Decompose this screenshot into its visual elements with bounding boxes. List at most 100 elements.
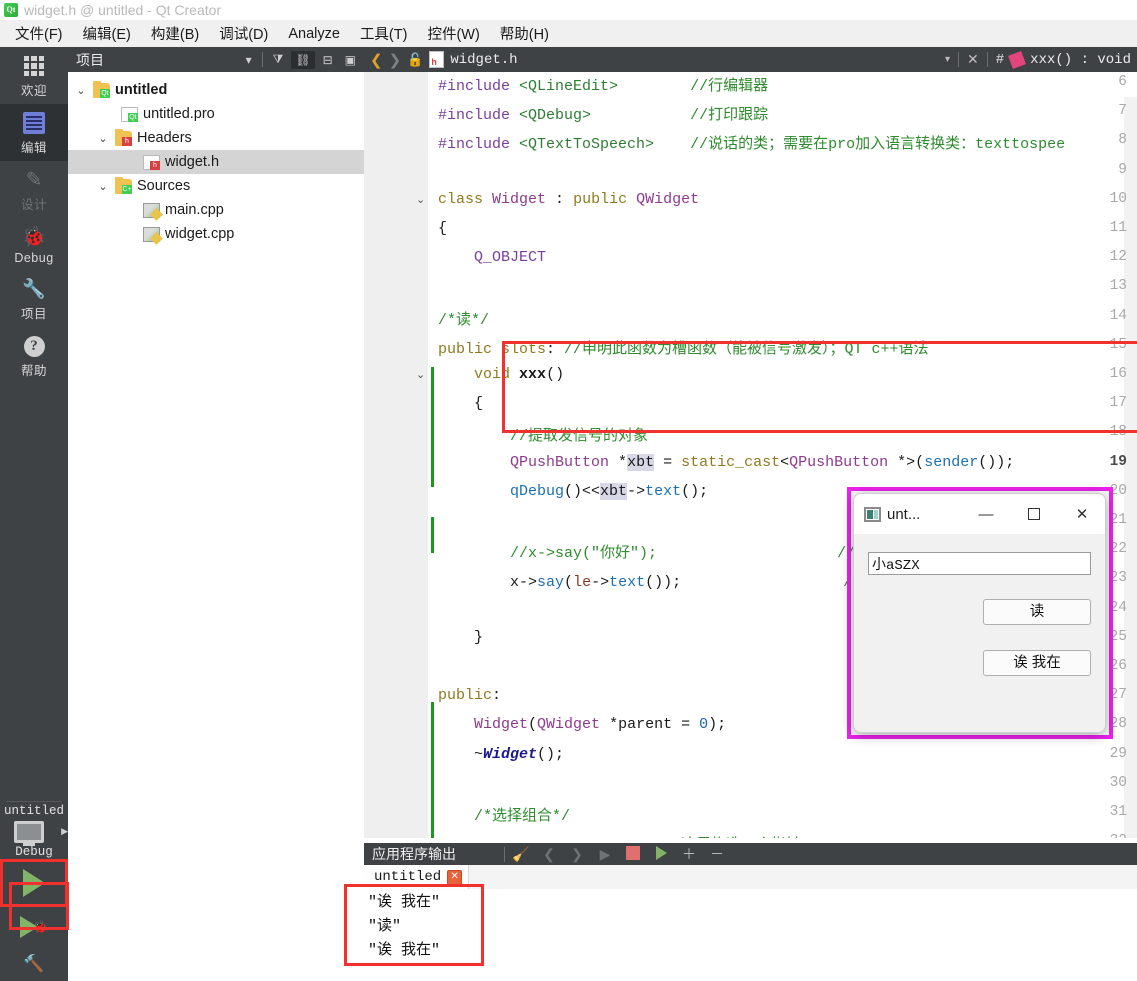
tree-item-widget-cpp[interactable]: ⌄ widget.cpp bbox=[68, 222, 364, 246]
chevron-down-icon[interactable]: ⌄ bbox=[74, 84, 88, 97]
run-icon[interactable]: ▶ bbox=[591, 846, 619, 863]
tree-item-untitled-pro[interactable]: ⌄ Qt untitled.pro bbox=[68, 102, 364, 126]
kit-project-name: untitled bbox=[3, 804, 64, 818]
menu-help[interactable]: 帮助(H) bbox=[491, 20, 558, 47]
close-icon[interactable]: ✕ bbox=[447, 869, 463, 885]
sidebar-icon[interactable]: ▣ bbox=[341, 51, 360, 69]
debug-run-button[interactable]: 🐞 bbox=[0, 907, 68, 947]
editor-scrollbar[interactable] bbox=[1124, 97, 1137, 853]
fold-toggle-icon[interactable]: ⌄ bbox=[416, 193, 425, 207]
mode-debug[interactable]: 🐞 Debug bbox=[0, 218, 68, 270]
menu-tools[interactable]: 工具(T) bbox=[351, 20, 417, 47]
output-pane-title: 应用程序输出 bbox=[372, 846, 456, 862]
link-icon[interactable]: ⛓ bbox=[291, 50, 315, 69]
chevron-left-icon[interactable]: ❮ bbox=[370, 51, 383, 69]
mode-projects[interactable]: 🔧 项目 bbox=[0, 270, 68, 327]
chevron-right-icon[interactable]: ❯ bbox=[389, 51, 402, 69]
plus-icon[interactable]: ＋ bbox=[675, 844, 703, 864]
maximize-icon[interactable] bbox=[1013, 495, 1055, 533]
toolbar-divider bbox=[986, 52, 988, 67]
tree-item-sources[interactable]: ⌄ C+ Sources bbox=[68, 174, 364, 198]
run-button[interactable] bbox=[0, 859, 68, 907]
monitor-icon bbox=[14, 821, 45, 843]
menu-edit[interactable]: 编辑(E) bbox=[74, 20, 140, 47]
file-h-icon: h bbox=[143, 154, 160, 170]
chevron-down-icon[interactable]: ⌄ bbox=[96, 132, 110, 145]
chevron-down-icon[interactable]: ▾ bbox=[945, 54, 950, 65]
debug-icon[interactable] bbox=[647, 845, 675, 863]
kit-selector[interactable]: untitled ▶ Debug bbox=[0, 804, 68, 859]
split-icon[interactable]: ⊟ bbox=[319, 51, 337, 69]
tree-item-widget-h[interactable]: ⌄ h widget.h bbox=[68, 150, 364, 174]
code-area[interactable]: 6 #include <QLineEdit> //行编辑器 7 #include <Q… bbox=[364, 72, 1137, 853]
output-line: "读" bbox=[368, 918, 402, 935]
code-line: QPushButton *xbt = static_cast<QPushButt… bbox=[510, 453, 1015, 471]
minus-icon[interactable]: － bbox=[703, 844, 731, 864]
code-line: { bbox=[438, 395, 484, 413]
app-window-body: 读 诶 我在 bbox=[854, 534, 1105, 688]
mode-edit[interactable]: 编辑 bbox=[0, 104, 68, 161]
mode-welcome[interactable]: 欢迎 bbox=[0, 47, 68, 104]
mode-welcome-label: 欢迎 bbox=[20, 84, 47, 98]
question-icon: ? bbox=[23, 333, 45, 359]
project-pane-title: 项目 bbox=[76, 51, 104, 68]
code-line: Q_OBJECT bbox=[474, 249, 547, 267]
code-line: class Widget : public QWidget bbox=[438, 190, 700, 208]
line-number: 29 bbox=[1109, 745, 1127, 762]
output-text-area[interactable]: "诶 我在" "读" "诶 我在" bbox=[364, 889, 1137, 981]
text-input-field[interactable] bbox=[868, 552, 1091, 575]
folder-qt-icon: Qt bbox=[93, 80, 110, 98]
prev-icon[interactable]: ❮ bbox=[535, 846, 563, 863]
line-number: 14 bbox=[1109, 307, 1127, 324]
speak-button-row: 诶 我在 bbox=[868, 650, 1091, 676]
menu-analyze[interactable]: Analyze bbox=[279, 23, 349, 45]
code-line: } bbox=[438, 628, 484, 646]
menu-debug[interactable]: 调试(D) bbox=[210, 20, 277, 47]
mode-projects-label: 项目 bbox=[20, 307, 47, 321]
qt-logo-icon: Qt bbox=[4, 3, 18, 17]
next-icon[interactable]: ❯ bbox=[563, 846, 591, 863]
document-icon bbox=[23, 110, 45, 136]
build-button[interactable]: 🔨 bbox=[0, 947, 68, 981]
editor-symbol-label[interactable]: xxx() : void bbox=[1030, 52, 1131, 68]
line-number: 17 bbox=[1109, 395, 1127, 412]
menu-file[interactable]: 文件(F) bbox=[6, 20, 72, 47]
close-icon[interactable]: ✕ bbox=[967, 51, 979, 68]
stop-icon[interactable] bbox=[619, 845, 647, 863]
hash-icon[interactable]: # bbox=[996, 52, 1004, 68]
line-number: 11 bbox=[1109, 220, 1127, 236]
output-tab-untitled[interactable]: untitled ✕ bbox=[364, 865, 470, 889]
clear-icon[interactable]: 🧹 bbox=[507, 846, 535, 863]
line-number: 10 bbox=[1109, 190, 1127, 207]
tree-item-label: widget.cpp bbox=[165, 226, 235, 242]
close-icon[interactable]: ✕ bbox=[1061, 495, 1103, 533]
code-line: #include <QTextToSpeech> //说话的类；需要在pro加入… bbox=[438, 136, 1066, 154]
read-button[interactable]: 读 bbox=[983, 599, 1091, 625]
toolbar-divider bbox=[261, 52, 263, 67]
chevron-down-icon[interactable]: ⌄ bbox=[96, 180, 110, 193]
editor-filename[interactable]: widget.h bbox=[450, 52, 517, 68]
qt-creator-window: Qt widget.h @ untitled - Qt Creator 文件(F… bbox=[0, 0, 1137, 981]
toolbar-divider bbox=[958, 52, 960, 67]
chevron-down-icon[interactable]: ▾ bbox=[242, 51, 256, 69]
tree-item-main-cpp[interactable]: ⌄ main.cpp bbox=[68, 198, 364, 222]
mode-help[interactable]: ? 帮助 bbox=[0, 327, 68, 384]
mode-debug-label: Debug bbox=[14, 251, 54, 265]
project-tree: ⌄ Qt untitled ⌄ Qt untitled.pro ⌄ h Head… bbox=[68, 72, 364, 246]
file-cpp-icon bbox=[143, 226, 160, 242]
filter-icon[interactable]: ⧩ bbox=[269, 50, 288, 69]
fold-toggle-icon[interactable]: ⌄ bbox=[416, 368, 425, 382]
minimize-icon[interactable]: — bbox=[965, 495, 1007, 533]
output-pane-header: 应用程序输出 🧹 ❮ ❯ ▶ ＋ － bbox=[364, 843, 1137, 865]
window-title: widget.h @ untitled - Qt Creator bbox=[24, 2, 222, 18]
line-number: 15 bbox=[1109, 336, 1127, 353]
mode-edit-label: 编辑 bbox=[20, 141, 47, 155]
speak-button[interactable]: 诶 我在 bbox=[983, 650, 1091, 676]
menu-window[interactable]: 控件(W) bbox=[418, 20, 488, 47]
line-number: 31 bbox=[1109, 804, 1127, 820]
tree-item-headers[interactable]: ⌄ h Headers bbox=[68, 126, 364, 150]
tree-item-untitled[interactable]: ⌄ Qt untitled bbox=[68, 78, 364, 102]
tree-item-label: untitled bbox=[115, 82, 168, 98]
unlock-icon[interactable]: 🔓 bbox=[407, 52, 423, 68]
menu-build[interactable]: 构建(B) bbox=[142, 20, 208, 47]
